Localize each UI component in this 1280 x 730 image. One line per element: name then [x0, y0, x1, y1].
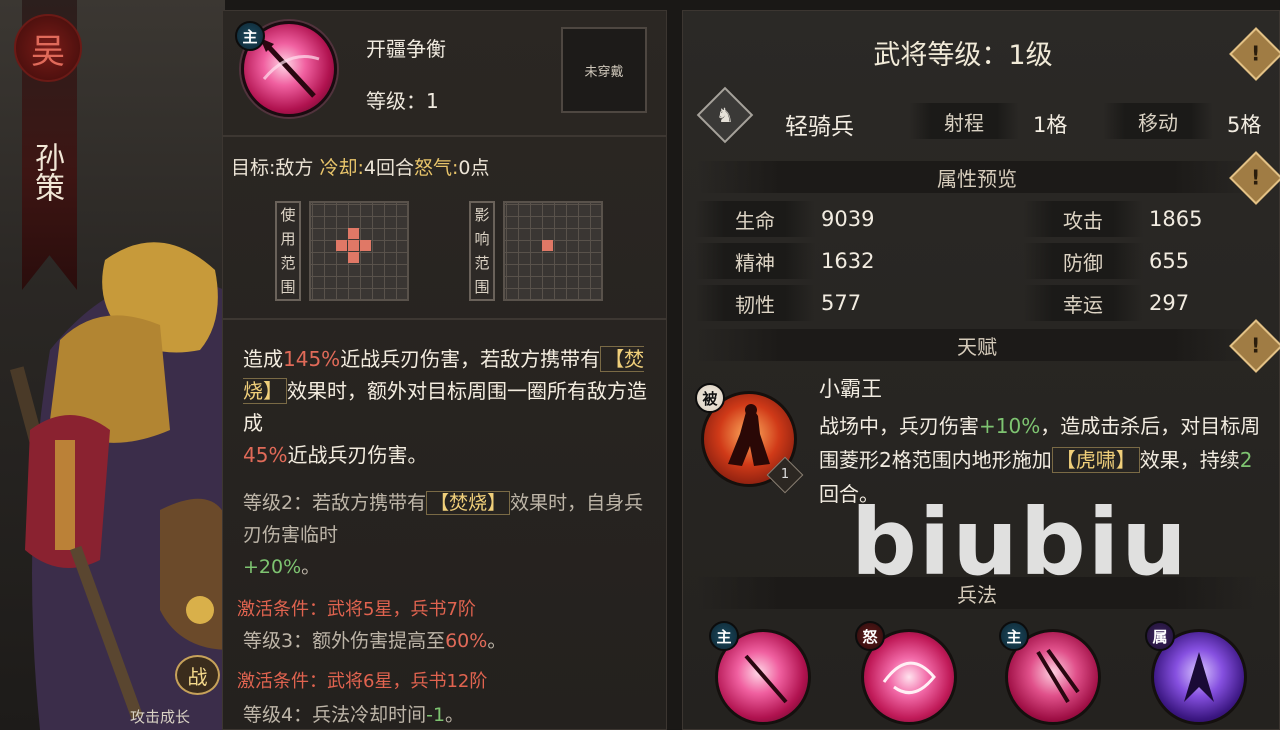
- range-label: 射程: [909, 103, 1019, 139]
- skill-level2-text: 等级2：若敌方携带有 【焚烧】 效果时，自身兵刃伤害临时 +20%。: [243, 491, 644, 578]
- attr-toughness-label: 韧性: [695, 285, 815, 321]
- growth-caption: 攻击成长: [130, 708, 191, 726]
- tactic-type-tag: 属: [1145, 621, 1175, 651]
- use-range-grid: [309, 201, 409, 301]
- attr-toughness-value: 577: [821, 291, 862, 315]
- troop-type: 轻骑兵: [785, 114, 854, 140]
- range-value: 1格: [1033, 113, 1068, 137]
- move-value: 5格: [1227, 113, 1262, 137]
- range-cell: [360, 240, 371, 251]
- cavalry-icon: ♞: [696, 86, 754, 144]
- range-cell: [348, 228, 359, 239]
- attr-hp-label: 生命: [695, 201, 815, 237]
- tactic-type-tag: 主: [999, 621, 1029, 651]
- talent-level-badge: 1: [766, 456, 804, 494]
- skill-meta: 目标:敌方 冷却:4回合怒气:0点: [231, 157, 490, 179]
- skill-name: 开疆争衡: [366, 37, 446, 61]
- attr-defense-value: 655: [1149, 249, 1190, 273]
- range-cell: [348, 252, 359, 263]
- attr-luck-label: 幸运: [1023, 285, 1143, 321]
- kingdom-emblem: 吴: [14, 14, 82, 82]
- watermark: biubiu: [851, 489, 1189, 596]
- tactic-type-tag: 怒: [855, 621, 885, 651]
- range-cell: [542, 240, 553, 251]
- equip-slot-button[interactable]: 未穿戴: [561, 27, 647, 113]
- talent-name: 小霸王: [819, 377, 882, 401]
- attr-luck-value: 297: [1149, 291, 1190, 315]
- skill-level: 等级：1: [366, 89, 439, 113]
- attr-spirit-label: 精神: [695, 243, 815, 279]
- divider: [223, 135, 666, 137]
- use-range-label: 使用范围: [275, 201, 301, 301]
- skill-type-tag: 主: [235, 21, 265, 51]
- range-cell: [336, 240, 347, 251]
- info-icon[interactable]: !: [1229, 151, 1280, 205]
- affect-range-label: 影响范围: [469, 201, 495, 301]
- hero-name: 孙策: [29, 142, 64, 202]
- attr-attack-label: 攻击: [1023, 201, 1143, 237]
- attr-defense-label: 防御: [1023, 243, 1143, 279]
- move-label: 移动: [1103, 103, 1213, 139]
- divider: [223, 318, 666, 320]
- skill-level3-text: 等级3：额外伤害提高至60%。: [243, 630, 507, 652]
- skill-detail-panel: 主 开疆争衡 等级：1 未穿戴 目标:敌方 冷却:4回合怒气:0点 使用范围 影…: [222, 10, 667, 730]
- skill-description: 造成145%近战兵刃伤害，若敌方携带有 【焚烧】 效果时，额外对目标周围一圈所有敌方…: [243, 346, 647, 467]
- info-icon[interactable]: !: [1229, 319, 1280, 373]
- tactic-type-tag: 主: [709, 621, 739, 651]
- attr-spirit-value: 1632: [821, 249, 875, 273]
- battle-badge: 战: [175, 655, 220, 695]
- general-stats-panel: 武将等级：1级 ! ♞ 轻骑兵 射程 1格 移动 5格 属性预览 ! 生命 90…: [682, 10, 1280, 730]
- activation-condition: 激活条件：武将5星，兵书7阶: [237, 599, 476, 620]
- talent-header: 天赋: [697, 329, 1257, 361]
- attr-attack-value: 1865: [1149, 207, 1203, 231]
- hero-portrait: 吴 孙策 战 攻击成长: [0, 0, 225, 730]
- attribute-preview-header: 属性预览: [697, 161, 1257, 193]
- skill-level4-text: 等级4：兵法冷却时间-1。: [243, 704, 465, 726]
- affect-range-grid: [503, 201, 603, 301]
- general-level-title: 武将等级：1级: [873, 40, 1053, 71]
- activation-condition: 激活条件：武将6星，兵书12阶: [237, 671, 488, 692]
- passive-tag: 被: [695, 383, 725, 413]
- attr-hp-value: 9039: [821, 207, 875, 231]
- range-cell: [348, 240, 359, 251]
